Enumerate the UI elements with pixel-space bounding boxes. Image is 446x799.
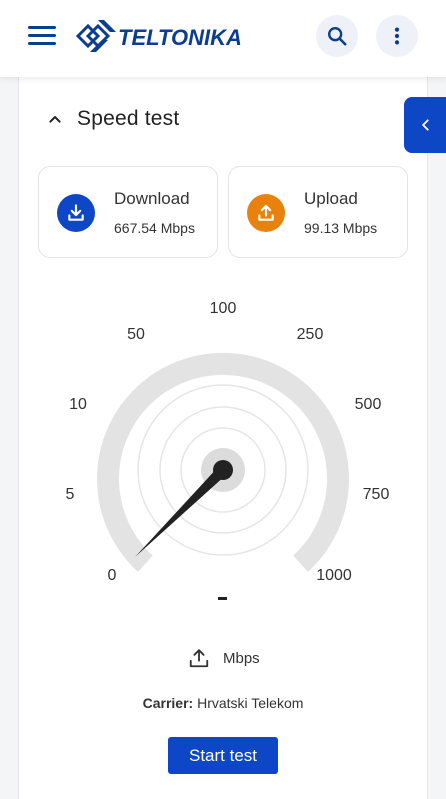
tick-label-0: 0 bbox=[108, 567, 117, 584]
gauge-hub bbox=[213, 460, 233, 480]
current-speed-placeholder bbox=[218, 597, 227, 600]
brand-wordmark: TELTONIKA bbox=[118, 25, 242, 50]
unit-row: Mbps bbox=[188, 647, 260, 669]
unit-label: Mbps bbox=[223, 649, 260, 667]
menu-icon-bar bbox=[28, 34, 56, 37]
teltonika-logo[interactable]: TELTONIKA bbox=[74, 16, 264, 56]
tick-label-1000: 1000 bbox=[316, 567, 352, 584]
tick-label-750: 750 bbox=[363, 486, 390, 503]
speed-gauge: 0 5 10 50 100 250 500 750 1000 bbox=[66, 300, 390, 584]
menu-button[interactable] bbox=[22, 20, 62, 52]
tick-label-250: 250 bbox=[297, 326, 324, 343]
tick-label-10: 10 bbox=[69, 396, 87, 413]
carrier-label: Carrier: bbox=[142, 695, 194, 711]
tick-label-500: 500 bbox=[355, 396, 382, 413]
carrier-info: Carrier: Hrvatski Telekom bbox=[0, 695, 446, 711]
search-icon bbox=[328, 27, 347, 46]
search-button[interactable] bbox=[316, 15, 358, 57]
tick-label-50: 50 bbox=[127, 326, 145, 343]
start-test-button[interactable]: Start test bbox=[168, 737, 278, 774]
menu-icon-bar bbox=[28, 42, 56, 45]
more-options-button[interactable] bbox=[376, 15, 418, 57]
logo-mark: TELTONIKA bbox=[75, 20, 242, 52]
tick-label-100: 100 bbox=[210, 300, 237, 317]
chevron-left-icon bbox=[422, 119, 429, 131]
tick-label-5: 5 bbox=[66, 486, 75, 503]
top-app-bar: TELTONIKA bbox=[0, 0, 446, 77]
more-vertical-icon bbox=[394, 27, 400, 45]
menu-icon bbox=[28, 26, 56, 29]
side-panel-toggle[interactable] bbox=[404, 97, 446, 153]
carrier-value: Hrvatski Telekom bbox=[197, 695, 304, 711]
upload-icon bbox=[189, 649, 209, 668]
